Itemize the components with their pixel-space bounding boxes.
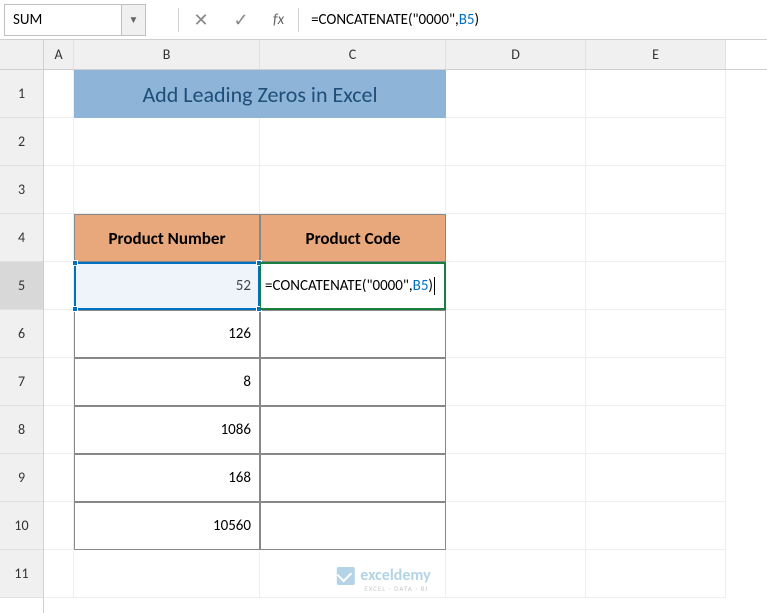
accept-formula-icon[interactable]: ✓ [221,4,261,36]
cell[interactable] [44,358,74,406]
cell[interactable] [586,550,726,598]
cell[interactable] [44,454,74,502]
col-header[interactable]: D [446,40,586,69]
row-header[interactable]: 9 [0,454,43,502]
cell[interactable] [586,454,726,502]
formula-editing-overlay[interactable]: =CONCATENATE("0000",B5) [261,264,439,308]
cell[interactable] [446,70,586,118]
cell[interactable] [44,550,74,598]
row-header[interactable]: 8 [0,406,43,454]
active-cell[interactable]: =CONCATENATE("0000",B5) [260,262,446,310]
table-cell[interactable]: 168 [74,454,260,502]
table-header[interactable]: Product Code [260,214,446,262]
table-cell[interactable] [260,310,446,358]
cell[interactable] [44,214,74,262]
row-header[interactable]: 6 [0,310,43,358]
watermark: exceldemy EXCEL · DATA · BI [336,566,430,585]
cell[interactable] [446,550,586,598]
cell[interactable] [74,550,260,598]
row-header[interactable]: 7 [0,358,43,406]
row-header[interactable]: 3 [0,166,43,214]
cell[interactable] [586,214,726,262]
row-header[interactable]: 10 [0,502,43,550]
table-cell[interactable] [260,502,446,550]
formula-bar: SUM ▼ ✕ ✓ fx =CONCATENATE("0000",B5) [0,0,767,40]
formula-input[interactable]: =CONCATENATE("0000",B5) [301,4,767,36]
table-cell[interactable]: 126 [74,310,260,358]
watermark-brand: exceldemy [360,566,430,585]
cancel-formula-icon[interactable]: ✕ [181,4,221,36]
cell[interactable] [446,406,586,454]
cell[interactable] [586,310,726,358]
col-header[interactable]: C [260,40,446,69]
cell[interactable] [74,166,260,214]
row-header[interactable]: 5 [0,262,43,310]
cell[interactable] [586,262,726,310]
cell[interactable] [586,70,726,118]
cell[interactable] [446,358,586,406]
watermark-icon [336,567,354,585]
cell[interactable] [586,118,726,166]
cell[interactable] [446,502,586,550]
table-cell[interactable]: 8 [74,358,260,406]
cell[interactable] [260,166,446,214]
select-all-corner[interactable] [0,40,43,70]
row-header[interactable]: 4 [0,214,43,262]
cell[interactable] [260,118,446,166]
cell[interactable] [44,310,74,358]
title-cell[interactable]: Add Leading Zeros in Excel [74,70,446,118]
cell[interactable] [446,262,586,310]
table-cell[interactable] [260,406,446,454]
cell[interactable] [446,310,586,358]
table-header[interactable]: Product Number [74,214,260,262]
cell[interactable] [446,118,586,166]
cell[interactable] [44,118,74,166]
cell[interactable] [586,358,726,406]
cell[interactable] [74,118,260,166]
col-header[interactable]: B [74,40,260,69]
spreadsheet-grid: 1 2 3 4 5 6 7 8 9 10 11 A B C D E Add Le… [0,40,767,613]
name-box[interactable]: SUM [4,4,122,36]
cell[interactable] [446,166,586,214]
cell[interactable] [44,166,74,214]
table-cell[interactable]: 52 [74,262,260,310]
name-box-dropdown-icon[interactable]: ▼ [122,4,146,36]
table-cell[interactable]: 10560 [74,502,260,550]
cell[interactable] [586,406,726,454]
cell[interactable] [586,502,726,550]
row-header[interactable]: 11 [0,550,43,598]
cell[interactable] [44,406,74,454]
table-cell[interactable] [260,358,446,406]
cell[interactable] [446,454,586,502]
cell[interactable] [44,262,74,310]
row-header[interactable]: 1 [0,70,43,118]
watermark-sub: EXCEL · DATA · BI [364,584,428,593]
table-cell[interactable] [260,454,446,502]
col-header[interactable]: E [586,40,726,69]
col-header[interactable]: A [44,40,74,69]
row-header[interactable]: 2 [0,118,43,166]
cell[interactable] [44,70,74,118]
cell[interactable] [446,214,586,262]
cell[interactable] [44,502,74,550]
fx-icon[interactable]: fx [261,11,296,29]
cell[interactable] [586,166,726,214]
table-cell[interactable]: 1086 [74,406,260,454]
